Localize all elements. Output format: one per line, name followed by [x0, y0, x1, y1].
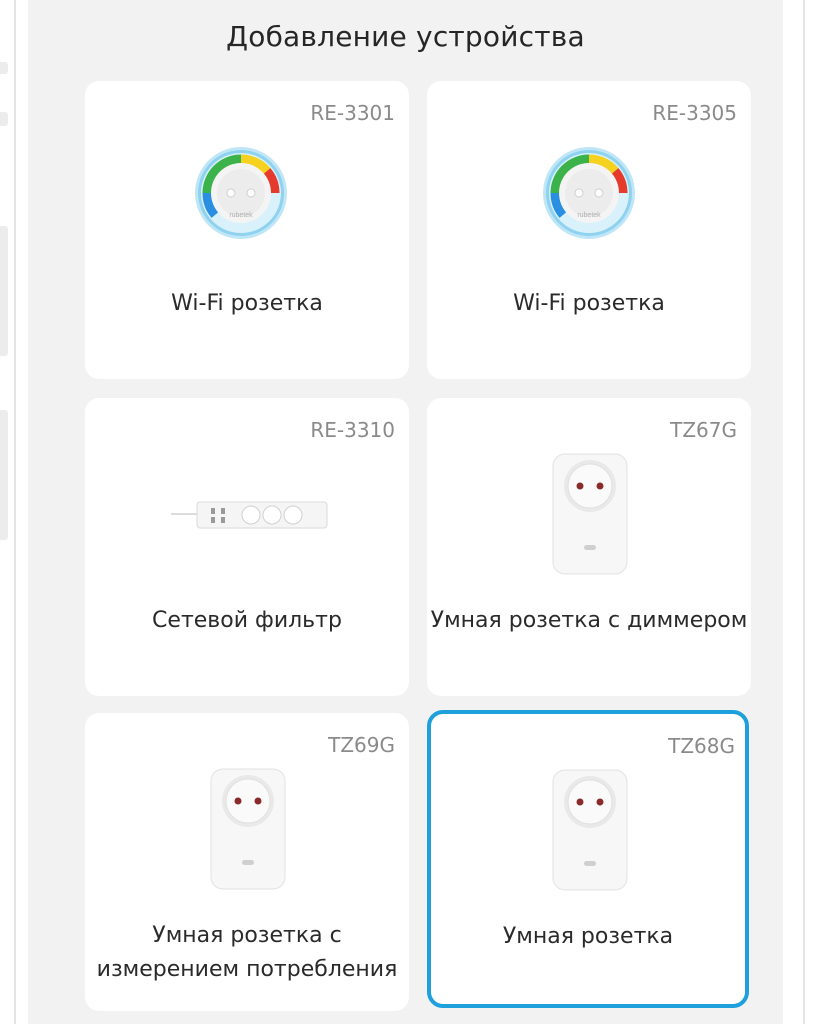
phone-side-button — [0, 112, 8, 126]
device-model: TZ68G — [668, 734, 735, 758]
device-name: Сетевой фильтр — [152, 608, 342, 633]
device-name: Умная розетка с диммером — [430, 608, 748, 633]
phone-volume-down-button — [0, 410, 8, 540]
phone-edge-left — [14, 0, 16, 1024]
app-screen: Добавление устройства RE-3301 rubetek Wi… — [28, 0, 783, 1024]
phone-frame-left — [0, 0, 28, 1024]
device-card-tz69g[interactable]: TZ69G Умная розетка с измерением потребл… — [85, 713, 409, 1011]
round-wifi-socket-icon: rubetek — [193, 145, 289, 245]
phone-frame-right — [783, 0, 825, 1024]
device-model: RE-3301 — [310, 101, 395, 125]
phone-side-button — [0, 62, 8, 74]
device-card-re3310[interactable]: RE-3310 Сетевой фильтр — [85, 398, 409, 696]
device-name: Умная розетка с измерением потребления — [96, 923, 398, 982]
device-name: Wi-Fi розетка — [513, 291, 665, 316]
device-name: Wi-Fi розетка — [171, 291, 323, 316]
plug-socket-icon — [551, 768, 631, 898]
svg-text:rubetek: rubetek — [577, 212, 601, 219]
phone-edge-right — [803, 0, 805, 1024]
device-model: TZ69G — [328, 733, 395, 757]
device-model: RE-3305 — [652, 101, 737, 125]
device-name: Умная розетка — [502, 924, 674, 949]
device-card-re3301[interactable]: RE-3301 rubetek Wi-Fi розетка — [85, 81, 409, 379]
svg-text:rubetek: rubetek — [229, 212, 253, 219]
plug-socket-icon — [551, 452, 631, 582]
device-card-tz67g[interactable]: TZ67G Умная розетка с диммером — [427, 398, 751, 696]
device-model: RE-3310 — [310, 418, 395, 442]
page-title: Добавление устройства — [226, 20, 585, 53]
phone-volume-up-button — [0, 226, 8, 356]
plug-socket-icon — [209, 767, 289, 897]
device-card-re3305[interactable]: RE-3305 rubetek Wi-Fi розетка — [427, 81, 751, 379]
device-card-tz68g[interactable]: TZ68G Умная розетка — [427, 710, 749, 1008]
power-strip-icon — [171, 496, 331, 540]
round-wifi-socket-icon: rubetek — [541, 145, 637, 245]
device-model: TZ67G — [670, 418, 737, 442]
